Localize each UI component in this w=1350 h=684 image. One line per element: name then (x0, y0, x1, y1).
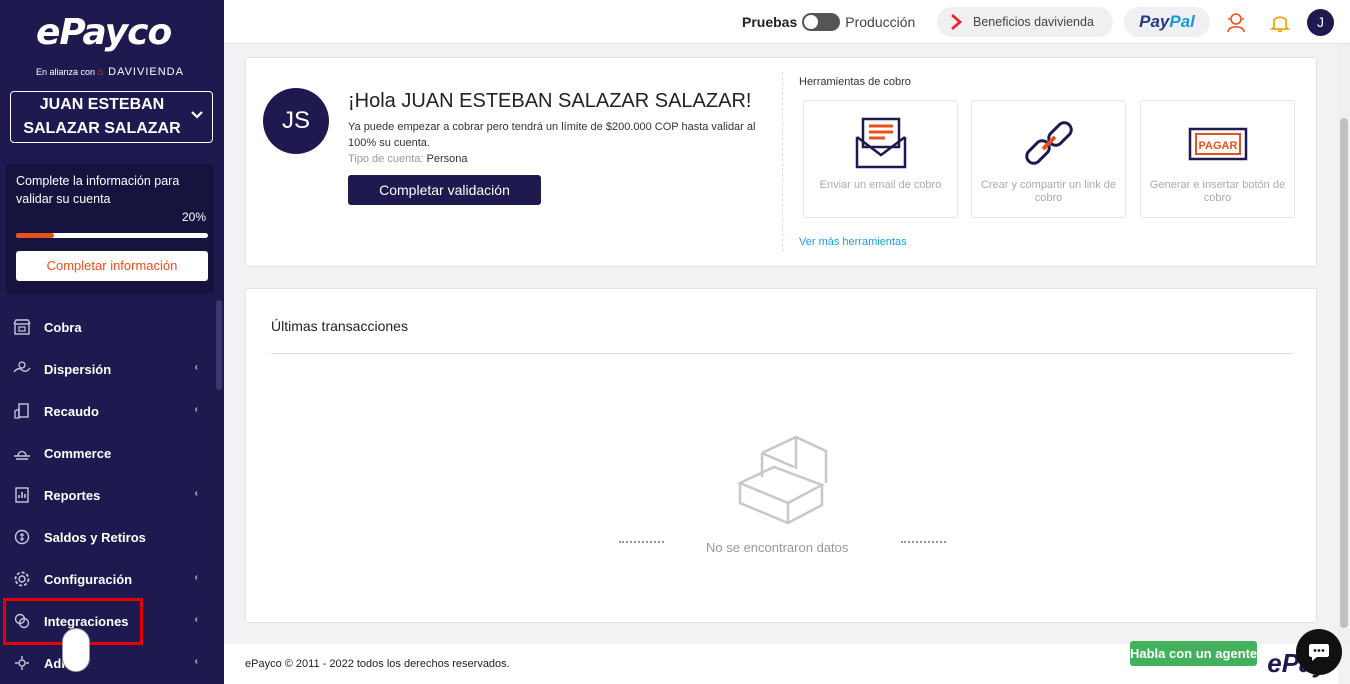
no-data-text: No se encontraron datos (706, 540, 849, 555)
support-agent-icon[interactable] (1224, 10, 1248, 34)
dotted-separator (901, 541, 946, 543)
tool-label: Enviar un email de cobro (819, 179, 942, 191)
tool-email-invoice[interactable]: Enviar un email de cobro (803, 100, 958, 218)
sidebar-item-admin[interactable]: Admin ‹ (0, 642, 224, 684)
chevron-down-icon (191, 111, 203, 119)
environment-toggle[interactable] (802, 13, 841, 31)
sidebar-item-label: Reportes (44, 487, 101, 503)
sidebar-item-commerce[interactable]: Commerce (0, 432, 224, 474)
transactions-card: Últimas transacciones No se encontraron … (245, 288, 1317, 623)
environment-switch: Pruebas Producción (742, 13, 915, 31)
sidebar-item-label: Recaudo (44, 403, 99, 419)
pay-button-icon: PAGAR (1188, 127, 1248, 161)
sidebar-item-configuracion[interactable]: Configuración ‹ (0, 558, 224, 600)
chevron-left-icon: ‹ (194, 404, 198, 415)
account-selector[interactable]: JUAN ESTEBAN SALAZAR SALAZAR (10, 91, 213, 143)
sidebar-item-recaudo[interactable]: Recaudo ‹ (0, 390, 224, 432)
sidebar-item-saldos[interactable]: Saldos y Retiros (0, 516, 224, 558)
chevron-left-icon: ‹ (194, 362, 198, 373)
complete-info-button[interactable]: Completar información (16, 251, 208, 281)
alianza-tagline: En alianza con ⌂ DAVIVIENDA (36, 66, 184, 78)
sidebar-item-reportes[interactable]: Reportes ‹ (0, 474, 224, 516)
pay-button-text: PAGAR (1199, 140, 1238, 152)
transactions-title: Últimas transacciones (271, 318, 408, 334)
tool-payment-link[interactable]: Crear y compartir un link de cobro (971, 100, 1126, 218)
chevron-left-icon: ‹ (194, 488, 198, 499)
sidebar-item-dispersion[interactable]: Dispersión ‹ (0, 348, 224, 390)
paypal-button[interactable]: PayPal (1124, 7, 1210, 37)
talk-to-agent-button[interactable]: Habla con un agente (1130, 641, 1257, 666)
reports-icon (12, 485, 32, 505)
account-type-value: Persona (426, 153, 468, 165)
paypal-logo-pay: Pay (1139, 12, 1170, 31)
sidebar-item-label: Configuración (44, 571, 133, 587)
progress-bar (16, 233, 208, 238)
top-bar: Pruebas Producción Beneficios davivienda… (224, 0, 1350, 44)
mouse-cursor-icon (62, 628, 90, 672)
alianza-prefix: En alianza con (36, 67, 96, 77)
recaudo-icon (12, 401, 32, 421)
store-icon (12, 317, 32, 337)
progress-percent: 20% (181, 210, 206, 224)
complete-validation-button[interactable]: Completar validación (348, 175, 541, 205)
admin-icon (12, 653, 32, 673)
greeting-title: ¡Hola JUAN ESTEBAN SALAZAR SALAZAR! (348, 90, 752, 112)
empty-box-icon (736, 435, 828, 525)
account-name: JUAN ESTEBAN SALAZAR SALAZAR (23, 96, 181, 137)
chevron-left-icon: ‹ (194, 614, 198, 625)
limit-notice: Ya puede empezar a cobrar pero tendrá un… (348, 121, 756, 149)
davivienda-house-icon: ⌂ (97, 67, 104, 78)
main-scrollbar[interactable] (1338, 44, 1350, 644)
divider (271, 353, 1293, 354)
more-tools-link[interactable]: Ver más herramientas (799, 236, 907, 248)
dotted-separator (619, 541, 664, 543)
gear-icon (12, 569, 32, 589)
account-type-label: Tipo de cuenta: (348, 153, 424, 165)
account-type: Tipo de cuenta: Persona (348, 153, 467, 165)
sidebar-item-label: Dispersión (44, 361, 112, 377)
env-prod-label: Producción (845, 14, 916, 30)
chain-link-icon (1025, 121, 1073, 165)
sidebar-item-cobra[interactable]: Cobra (0, 306, 224, 348)
profile-avatar: JS (263, 88, 329, 154)
complete-info-panel: Complete la información para validar su … (6, 164, 214, 294)
tool-label: Crear y compartir un link de cobro (980, 179, 1117, 204)
chat-bubble-icon (1309, 644, 1329, 661)
chevron-left-icon: ‹ (194, 572, 198, 583)
dispersion-icon (12, 359, 32, 379)
scrollbar-thumb[interactable] (1340, 118, 1348, 628)
paypal-logo-pal: Pal (1169, 12, 1195, 31)
toggle-knob (804, 15, 819, 29)
sidebar-item-label: Saldos y Retiros (44, 529, 146, 545)
chevron-left-icon: ‹ (194, 656, 198, 667)
davivienda-benefits-button[interactable]: Beneficios davivienda (937, 7, 1113, 37)
commerce-icon (12, 443, 32, 463)
tool-pay-button[interactable]: PAGAR Generar e insertar botón de cobro (1140, 100, 1295, 218)
complete-info-text: Complete la información para validar su … (16, 174, 180, 206)
tools-title: Herramientas de cobro (799, 76, 911, 88)
alianza-brand: DAVIVIENDA (108, 66, 184, 78)
welcome-card: JS ¡Hola JUAN ESTEBAN SALAZAR SALAZAR! Y… (245, 57, 1317, 267)
bell-icon[interactable] (1268, 10, 1292, 34)
tool-label: Generar e insertar botón de cobro (1149, 179, 1286, 204)
user-avatar[interactable]: J (1307, 9, 1334, 36)
davivienda-chevron-icon (951, 13, 963, 31)
wallet-icon (12, 527, 32, 547)
chat-button[interactable] (1296, 629, 1342, 675)
divider (782, 72, 783, 252)
epayco-logo[interactable]: ePayco (36, 12, 172, 53)
progress-bar-fill (16, 233, 55, 238)
env-test-label: Pruebas (742, 14, 798, 30)
sidebar-item-label: Commerce (44, 445, 112, 461)
footer-copyright: ePayco © 2011 - 2022 todos los derechos … (245, 658, 510, 670)
sidebar: ePayco En alianza con ⌂ DAVIVIENDA JUAN … (0, 0, 224, 684)
sidebar-item-label: Cobra (44, 319, 82, 335)
email-invoice-icon (855, 117, 907, 169)
benefits-label: Beneficios davivienda (973, 15, 1094, 29)
